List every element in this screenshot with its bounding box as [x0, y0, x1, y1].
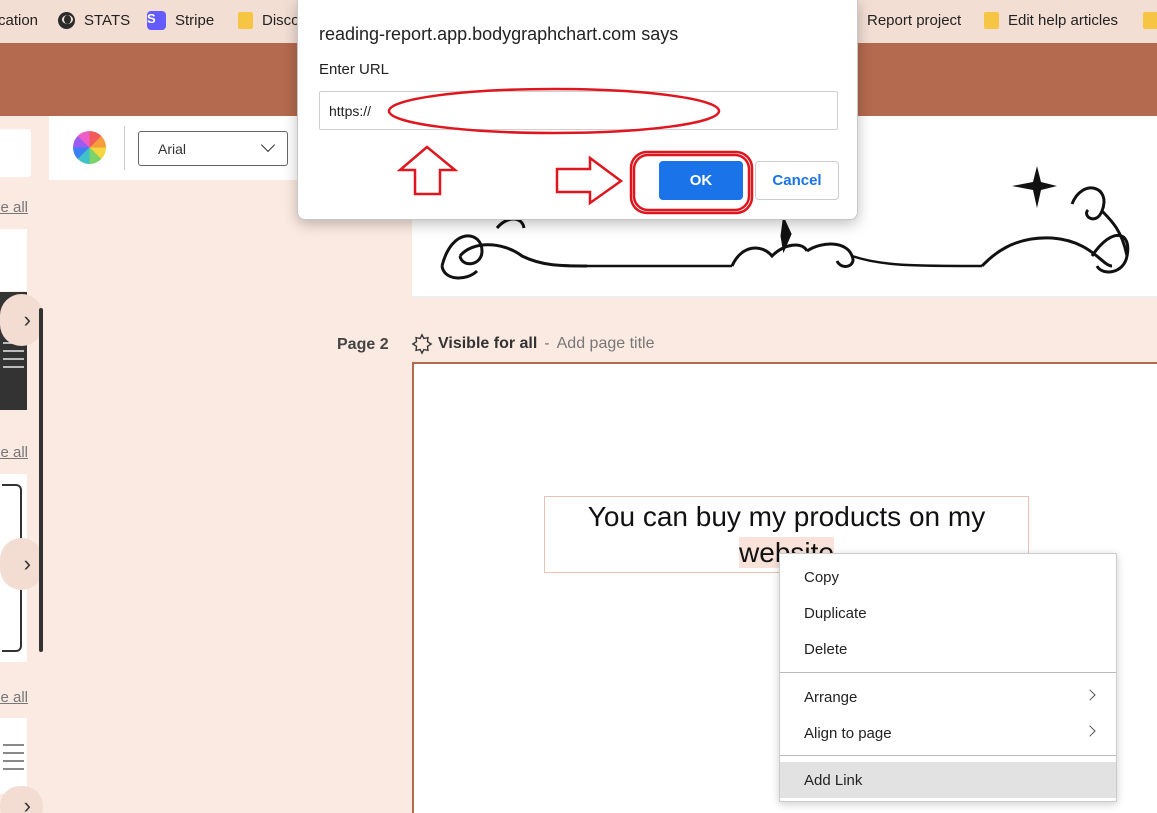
thumbnail-next-arrow[interactable]: ›: [0, 538, 43, 590]
context-menu: Copy Duplicate Delete Arrange Align to p…: [779, 553, 1117, 802]
chevron-right-icon: ›: [23, 793, 31, 813]
page-number-label: Page 2: [337, 336, 389, 353]
thumbnail-next-arrow[interactable]: ›: [0, 786, 43, 813]
bookmark-cation[interactable]: cation: [0, 0, 38, 40]
folder-icon: [1143, 11, 1157, 29]
font-family-value: Arial: [158, 140, 187, 157]
page-thumbnail[interactable]: [0, 229, 27, 291]
menu-item-label: Arrange: [804, 688, 858, 706]
color-picker-icon[interactable]: [73, 131, 106, 164]
see-all-link[interactable]: See all: [0, 199, 28, 216]
toolbar-divider: [124, 126, 125, 170]
add-page-title[interactable]: Add page title: [557, 335, 655, 353]
dialog-title: reading-report.app.bodygraphchart.com sa…: [319, 24, 679, 44]
url-prompt-dialog: reading-report.app.bodygraphchart.com sa…: [297, 0, 858, 220]
menu-item-label: Duplicate: [804, 604, 867, 622]
thumbnail-next-arrow[interactable]: ›: [0, 294, 43, 346]
menu-item-add-link[interactable]: Add Link: [780, 762, 1116, 798]
see-all-link[interactable]: See all: [0, 444, 28, 461]
bookmark-label: cation: [0, 11, 39, 29]
text-content: You can buy my products on my: [587, 501, 986, 532]
menu-item-delete[interactable]: Delete: [780, 631, 1116, 667]
bookmark-label: STATS: [84, 11, 131, 29]
ok-button[interactable]: OK: [659, 161, 743, 200]
menu-item-arrange[interactable]: Arrange: [780, 679, 1116, 715]
bookmark-report-project[interactable]: Report project: [867, 0, 961, 40]
chevron-right-icon: [1084, 689, 1096, 701]
bookmark-label: Stripe: [175, 11, 215, 29]
chevron-right-icon: [1084, 725, 1096, 737]
panel-search[interactable]: [0, 129, 31, 177]
bookmark-label: Disco: [262, 11, 300, 29]
menu-divider: [780, 672, 1116, 673]
folder-icon: [984, 11, 999, 29]
bookmark-overflow[interactable]: [1143, 0, 1157, 40]
badge-star-icon[interactable]: [411, 333, 433, 355]
bookmark-edit-help-articles[interactable]: Edit help articles: [984, 0, 1118, 40]
page-thumbnail[interactable]: [0, 718, 27, 794]
bookmark-label: Report project: [867, 11, 962, 29]
dialog-label: Enter URL: [319, 61, 390, 78]
panel-scrollbar[interactable]: [39, 308, 43, 652]
bookmark-stats[interactable]: STATS: [58, 0, 130, 40]
bookmark-label: Edit help articles: [1008, 11, 1119, 29]
menu-item-duplicate[interactable]: Duplicate: [780, 595, 1116, 631]
visibility-setting[interactable]: Visible for all: [438, 335, 537, 353]
url-input[interactable]: [319, 91, 838, 130]
page-visibility-row: Visible for all - Add page title: [411, 333, 654, 355]
stripe-icon: S: [147, 10, 166, 30]
chevron-right-icon: ›: [23, 551, 31, 576]
folder-icon: [238, 11, 253, 29]
menu-item-label: Copy: [804, 568, 840, 586]
page-thumbnails-panel: See all › See all › See all ›: [0, 116, 49, 813]
see-all-link[interactable]: See all: [0, 689, 28, 706]
chevron-right-icon: ›: [23, 307, 31, 332]
menu-divider: [780, 755, 1116, 756]
cancel-button[interactable]: Cancel: [755, 161, 839, 200]
globe-icon: [58, 11, 75, 29]
menu-item-label: Add Link: [804, 771, 863, 789]
bookmark-stripe[interactable]: S Stripe: [147, 0, 214, 40]
bookmark-disco[interactable]: Disco: [238, 0, 300, 40]
menu-item-label: Delete: [804, 640, 848, 658]
menu-item-label: Align to page: [804, 724, 892, 742]
chevron-down-icon: [260, 137, 276, 153]
menu-item-copy[interactable]: Copy: [780, 559, 1116, 595]
menu-item-align-to-page[interactable]: Align to page: [780, 715, 1116, 751]
title-separator: -: [544, 335, 550, 352]
font-family-select[interactable]: Arial: [138, 131, 288, 166]
